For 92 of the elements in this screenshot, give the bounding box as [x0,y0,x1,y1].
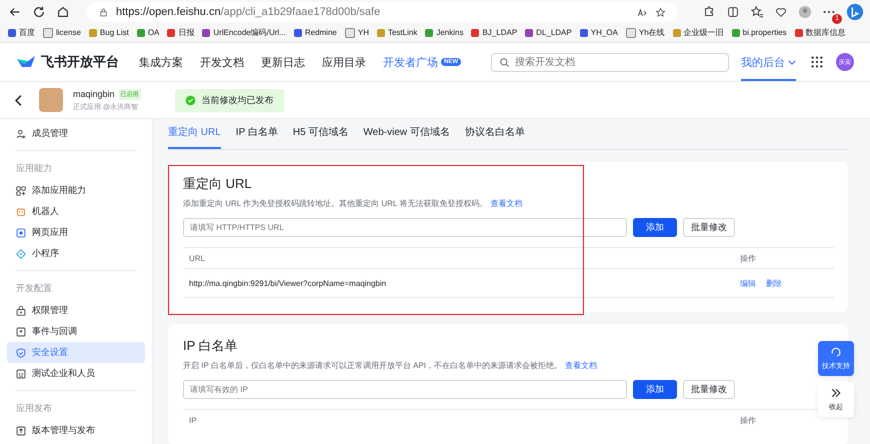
double-chevron-icon [830,387,842,399]
sidebar-item[interactable]: 权限管理 [7,300,145,321]
nav-link[interactable]: 应用目录 [322,54,366,70]
back-icon[interactable] [8,5,22,19]
tab[interactable]: 重定向 URL [168,125,221,149]
bookmark-link[interactable]: DL_LDAP [525,28,572,37]
table-cell-text: http://ma.qingbin:9291/bi/Viewer?corpName=maqingbin [189,278,388,288]
user-icon [16,128,26,138]
bookmark-link[interactable]: YH_OA [580,28,618,37]
sidebar-section-title: 应用能力 [15,162,53,175]
bookmark-link[interactable]: Yh在线 [626,27,665,38]
read-aloud-icon[interactable] [637,6,648,18]
tab[interactable]: Web-view 可信域名 [363,125,450,149]
app-grid-icon[interactable] [810,55,824,69]
favorites-icon[interactable] [750,5,764,19]
lock-icon [98,6,109,18]
column-header: 操作 [740,252,757,264]
tab[interactable]: 协议名白名单 [464,125,525,149]
sidebar-item[interactable]: 测试企业和人员 [7,363,145,384]
event-icon [16,326,26,336]
bookmark-link[interactable]: 数据库信息 [794,27,846,38]
bookmark-link[interactable]: Jenkins [425,28,464,37]
nav-link[interactable]: 集成方案 [139,54,183,70]
refresh-icon[interactable] [32,5,46,19]
nav-link[interactable]: 开发文档 [200,54,244,70]
sidebar-item[interactable]: 机器人 [7,201,145,222]
star-icon[interactable] [655,6,666,18]
batch-edit-button[interactable]: 批量修改 [683,380,735,399]
address-bar[interactable]: https://open.feishu.cn/app/cli_a1b29faae178d00b/safe [86,2,678,22]
card-description: 添加重定向 URL 作为免登授权码跳转地址。其他重定向 URL 将无法获取免登授权码。 查看文档 [183,198,524,209]
grid-icon [16,186,26,196]
my-console-menu[interactable]: 我的后台 [741,43,796,81]
add-button[interactable]: 添加 [633,218,677,237]
tab[interactable]: H5 可信域名 [292,125,348,149]
nav-link[interactable]: 更新日志 [261,54,305,70]
split-screen-icon[interactable] [726,5,740,19]
bookmark-link[interactable]: Redmine [294,28,337,37]
bookmark-link[interactable]: Bug List [88,28,129,37]
extensions-icon[interactable] [702,5,716,19]
heart-icon[interactable] [774,5,788,19]
column-header: URL [189,254,206,262]
bookmark-link[interactable]: UrlEncode编码/Url... [202,27,286,38]
column-header: IP [189,416,198,424]
logo-icon [16,54,36,70]
sidebar-section-title: 应用发布 [15,402,53,415]
toast-text: 当前修改均已发布 [202,94,274,106]
sidebar-item[interactable]: 添加应用能力 [7,180,145,201]
sidebar-item[interactable]: 小程序 [7,243,145,264]
bookmark-link[interactable]: YH [344,28,369,38]
check-circle-icon [184,94,196,106]
sidebar-section-title: 开发配置 [15,282,53,295]
platform-logo-text[interactable]: 飞书开放平台 [41,53,119,71]
mini-icon [16,248,26,258]
app-name: maqingbin [73,89,115,99]
app-avatar-placeholder [39,88,63,112]
bookmark-link[interactable]: OA [136,28,160,37]
lock-icon [16,306,26,316]
add-button[interactable]: 添加 [633,380,677,399]
input-field[interactable]: 请填写 HTTP/HTTPS URL [183,218,627,237]
home-icon[interactable] [56,5,70,19]
input-field[interactable]: 请填写有效的 IP [183,380,627,399]
bookmark-link[interactable]: 百度 [8,27,35,38]
doc-link[interactable]: 查看文档 [564,361,597,370]
upload-icon [16,426,26,436]
bookmark-link[interactable]: license [43,28,81,38]
shield-icon [16,348,26,358]
search-icon [499,56,510,68]
bookmark-link[interactable]: 企业级一旧 [672,27,724,38]
profile-icon[interactable] [798,5,812,19]
bookmark-link[interactable]: bi.properties [732,28,787,37]
sidebar-item[interactable]: 版本管理与发布 [7,420,145,441]
url-text: https://open.feishu.cn/app/cli_a1b29faae178d00b/safe [116,6,380,18]
bookmark-link[interactable]: BJ_LDAP [471,28,518,37]
tab[interactable]: IP 白名单 [236,125,278,149]
card-title: IP 白名单 [183,337,238,355]
doc-link[interactable]: 查看文档 [490,199,522,208]
sidebar-item[interactable]: 成员管理 [7,123,145,144]
copilot-icon[interactable] [846,3,864,21]
column-header: 操作 [740,414,757,426]
sidebar-item[interactable]: 事件与回调 [7,321,145,342]
row-action-link[interactable]: 编辑 [740,278,756,288]
row-action-link[interactable]: 删除 [766,278,782,288]
card-title: 重定向 URL [183,175,252,193]
robot-icon [16,206,26,216]
caret-icon [788,60,796,64]
search-field[interactable]: 搜索开发文档 [491,52,729,72]
sidebar-item[interactable]: 安全设置 [7,342,145,363]
sidebar-item[interactable]: 网页应用 [7,222,145,243]
batch-edit-button[interactable]: 批量修改 [683,218,735,237]
web-icon [16,228,26,238]
bookmark-link[interactable]: TestLink [376,28,418,37]
bookmark-link[interactable]: 日报 [167,27,194,38]
